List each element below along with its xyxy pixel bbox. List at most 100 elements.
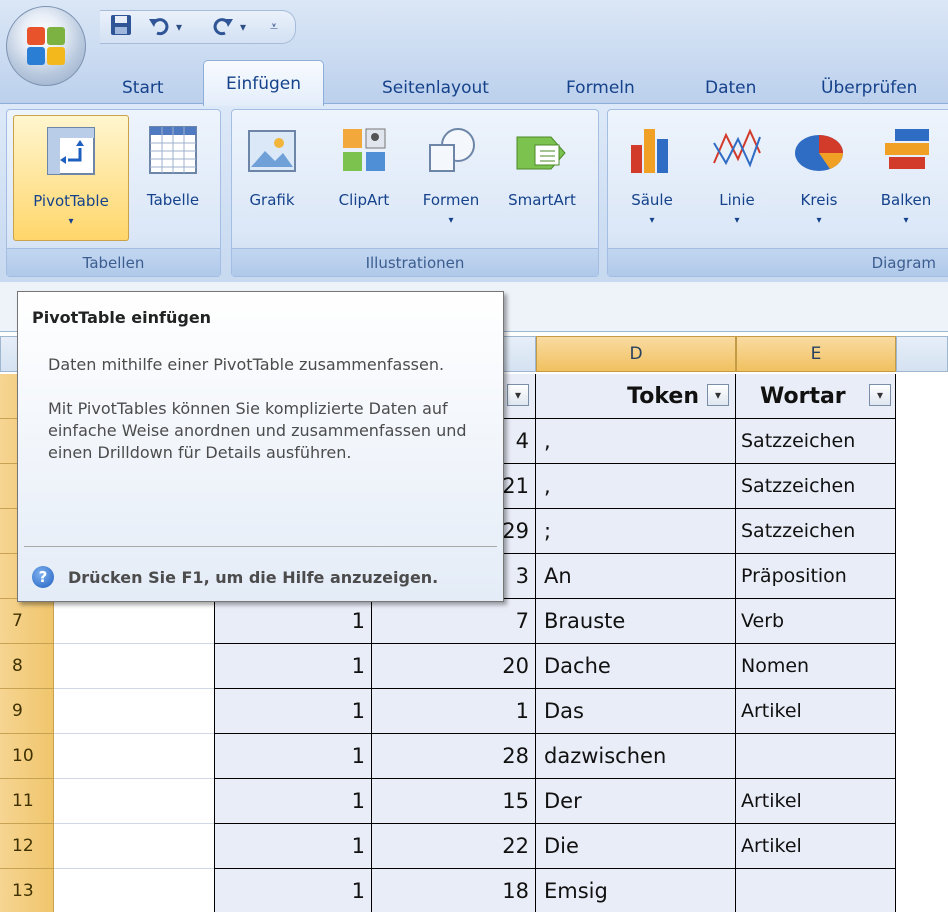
filter-dropdown-icon[interactable]: ▾: [507, 384, 529, 406]
column-header-e[interactable]: E: [736, 336, 896, 372]
header-token-label: Token: [627, 383, 699, 409]
group-label-tabellen: Tabellen: [7, 248, 220, 276]
wortart-cell[interactable]: Satzzeichen: [736, 419, 896, 464]
filter-dropdown-icon[interactable]: ▾: [869, 384, 891, 406]
table-cell[interactable]: 22: [372, 824, 536, 869]
tab-start[interactable]: Start: [122, 72, 164, 104]
column-chart-icon: [625, 123, 679, 177]
row-header[interactable]: 13: [0, 869, 54, 912]
formen-button[interactable]: Formen ▾: [414, 115, 488, 241]
token-cell[interactable]: ,: [536, 419, 736, 464]
table-cell[interactable]: 1: [214, 869, 372, 912]
tab-ueberpruefen[interactable]: Überprüfen: [821, 72, 917, 104]
wortart-cell[interactable]: Satzzeichen: [736, 464, 896, 509]
ribbon-tabs: Start Einfügen Seitenlayout Formeln Date…: [0, 60, 948, 106]
tooltip-help-text: Drücken Sie F1, um die Hilfe anzuzeigen.: [68, 567, 439, 587]
pivottable-icon: [44, 124, 98, 178]
filter-dropdown-icon[interactable]: ▾: [707, 384, 729, 406]
office-button[interactable]: [6, 6, 86, 86]
table-cell[interactable]: 1: [214, 824, 372, 869]
table-cell[interactable]: 7: [372, 599, 536, 644]
chevron-down-icon: ▾: [448, 215, 454, 226]
formen-label: Formen: [422, 191, 480, 209]
header-token: Token ▾: [536, 374, 736, 419]
token-cell[interactable]: dazwischen: [536, 734, 736, 779]
wortart-cell[interactable]: Verb: [736, 599, 896, 644]
linie-button[interactable]: Linie ▾: [702, 115, 772, 241]
help-icon: ?: [32, 566, 54, 588]
wortart-cell[interactable]: Artikel: [736, 689, 896, 734]
wortart-cell[interactable]: Artikel: [736, 779, 896, 824]
table-cell[interactable]: 1: [214, 689, 372, 734]
row-header[interactable]: 7: [0, 599, 54, 644]
saeule-button[interactable]: Säule ▾: [614, 115, 690, 241]
customize-qat-icon[interactable]: ⩡: [270, 14, 278, 40]
group-label-diagramme: Diagram: [608, 248, 948, 276]
bar-chart-icon: [879, 123, 933, 177]
token-cell[interactable]: An: [536, 554, 736, 599]
table-cell[interactable]: 1: [372, 689, 536, 734]
table-cell[interactable]: 1: [214, 644, 372, 689]
pivottable-button[interactable]: PivotTable ▾: [13, 115, 129, 241]
wortart-cell[interactable]: Artikel: [736, 824, 896, 869]
undo-dropdown-icon[interactable]: ▾: [176, 14, 182, 40]
redo-icon[interactable]: [212, 14, 234, 40]
smartart-button[interactable]: SmartArt: [496, 115, 588, 241]
row-header[interactable]: 9: [0, 689, 54, 734]
tab-daten[interactable]: Daten: [705, 72, 756, 104]
token-cell[interactable]: Der: [536, 779, 736, 824]
group-diagramme: Säule ▾ Linie ▾ Kreis ▾ Balken ▾ Diagram: [607, 109, 948, 277]
tab-einfuegen[interactable]: Einfügen: [203, 60, 325, 106]
redo-dropdown-icon[interactable]: ▾: [240, 14, 246, 40]
wortart-cell[interactable]: [736, 869, 896, 912]
wortart-cell[interactable]: Nomen: [736, 644, 896, 689]
token-cell[interactable]: ,: [536, 464, 736, 509]
table-cell[interactable]: 18: [372, 869, 536, 912]
clipart-icon: [337, 123, 391, 177]
shapes-icon: [424, 123, 478, 177]
header-wortart-label: Wortar: [760, 383, 846, 409]
grafik-label: Grafik: [249, 191, 295, 209]
header-wortart: Wortar ▾: [736, 374, 896, 419]
token-cell[interactable]: Brauste: [536, 599, 736, 644]
table-cell[interactable]: 15: [372, 779, 536, 824]
undo-icon[interactable]: [148, 14, 170, 40]
column-header-f[interactable]: [896, 336, 948, 372]
line-chart-icon: [710, 123, 764, 177]
table-cell[interactable]: 28: [372, 734, 536, 779]
row-header[interactable]: 10: [0, 734, 54, 779]
wortart-cell[interactable]: Satzzeichen: [736, 509, 896, 554]
group-illustrationen: Grafik ClipArt Formen ▾ SmartArt Illustr…: [231, 109, 599, 277]
tab-seitenlayout[interactable]: Seitenlayout: [382, 72, 489, 104]
table-cell[interactable]: 1: [214, 599, 372, 644]
kreis-button[interactable]: Kreis ▾: [784, 115, 854, 241]
picture-icon: [245, 123, 299, 177]
table-cell[interactable]: 1: [214, 779, 372, 824]
grafik-button[interactable]: Grafik: [240, 115, 304, 241]
tooltip-paragraph-1: Daten mithilfe einer PivotTable zusammen…: [48, 355, 445, 374]
wortart-cell[interactable]: [736, 734, 896, 779]
tooltip-title: PivotTable einfügen: [32, 308, 212, 327]
row-header[interactable]: 11: [0, 779, 54, 824]
column-header-d[interactable]: D: [536, 336, 736, 372]
table-cell[interactable]: 1: [214, 734, 372, 779]
token-cell[interactable]: Dache: [536, 644, 736, 689]
grid-line: [54, 868, 214, 869]
row-header[interactable]: 12: [0, 824, 54, 869]
clipart-button[interactable]: ClipArt: [324, 115, 404, 241]
kreis-label: Kreis: [800, 191, 838, 209]
token-cell[interactable]: Die: [536, 824, 736, 869]
linie-label: Linie: [719, 191, 755, 209]
token-cell[interactable]: Emsig: [536, 869, 736, 912]
balken-button[interactable]: Balken ▾: [866, 115, 946, 241]
wortart-cell[interactable]: Präposition: [736, 554, 896, 599]
table-cell[interactable]: 20: [372, 644, 536, 689]
grid-line: [54, 733, 214, 734]
tab-formeln[interactable]: Formeln: [566, 72, 635, 104]
tabelle-button[interactable]: Tabelle: [133, 115, 213, 241]
token-cell[interactable]: ;: [536, 509, 736, 554]
row-header[interactable]: 8: [0, 644, 54, 689]
token-cell[interactable]: Das: [536, 689, 736, 734]
save-icon[interactable]: [110, 14, 132, 40]
office-logo-icon: [27, 27, 65, 65]
